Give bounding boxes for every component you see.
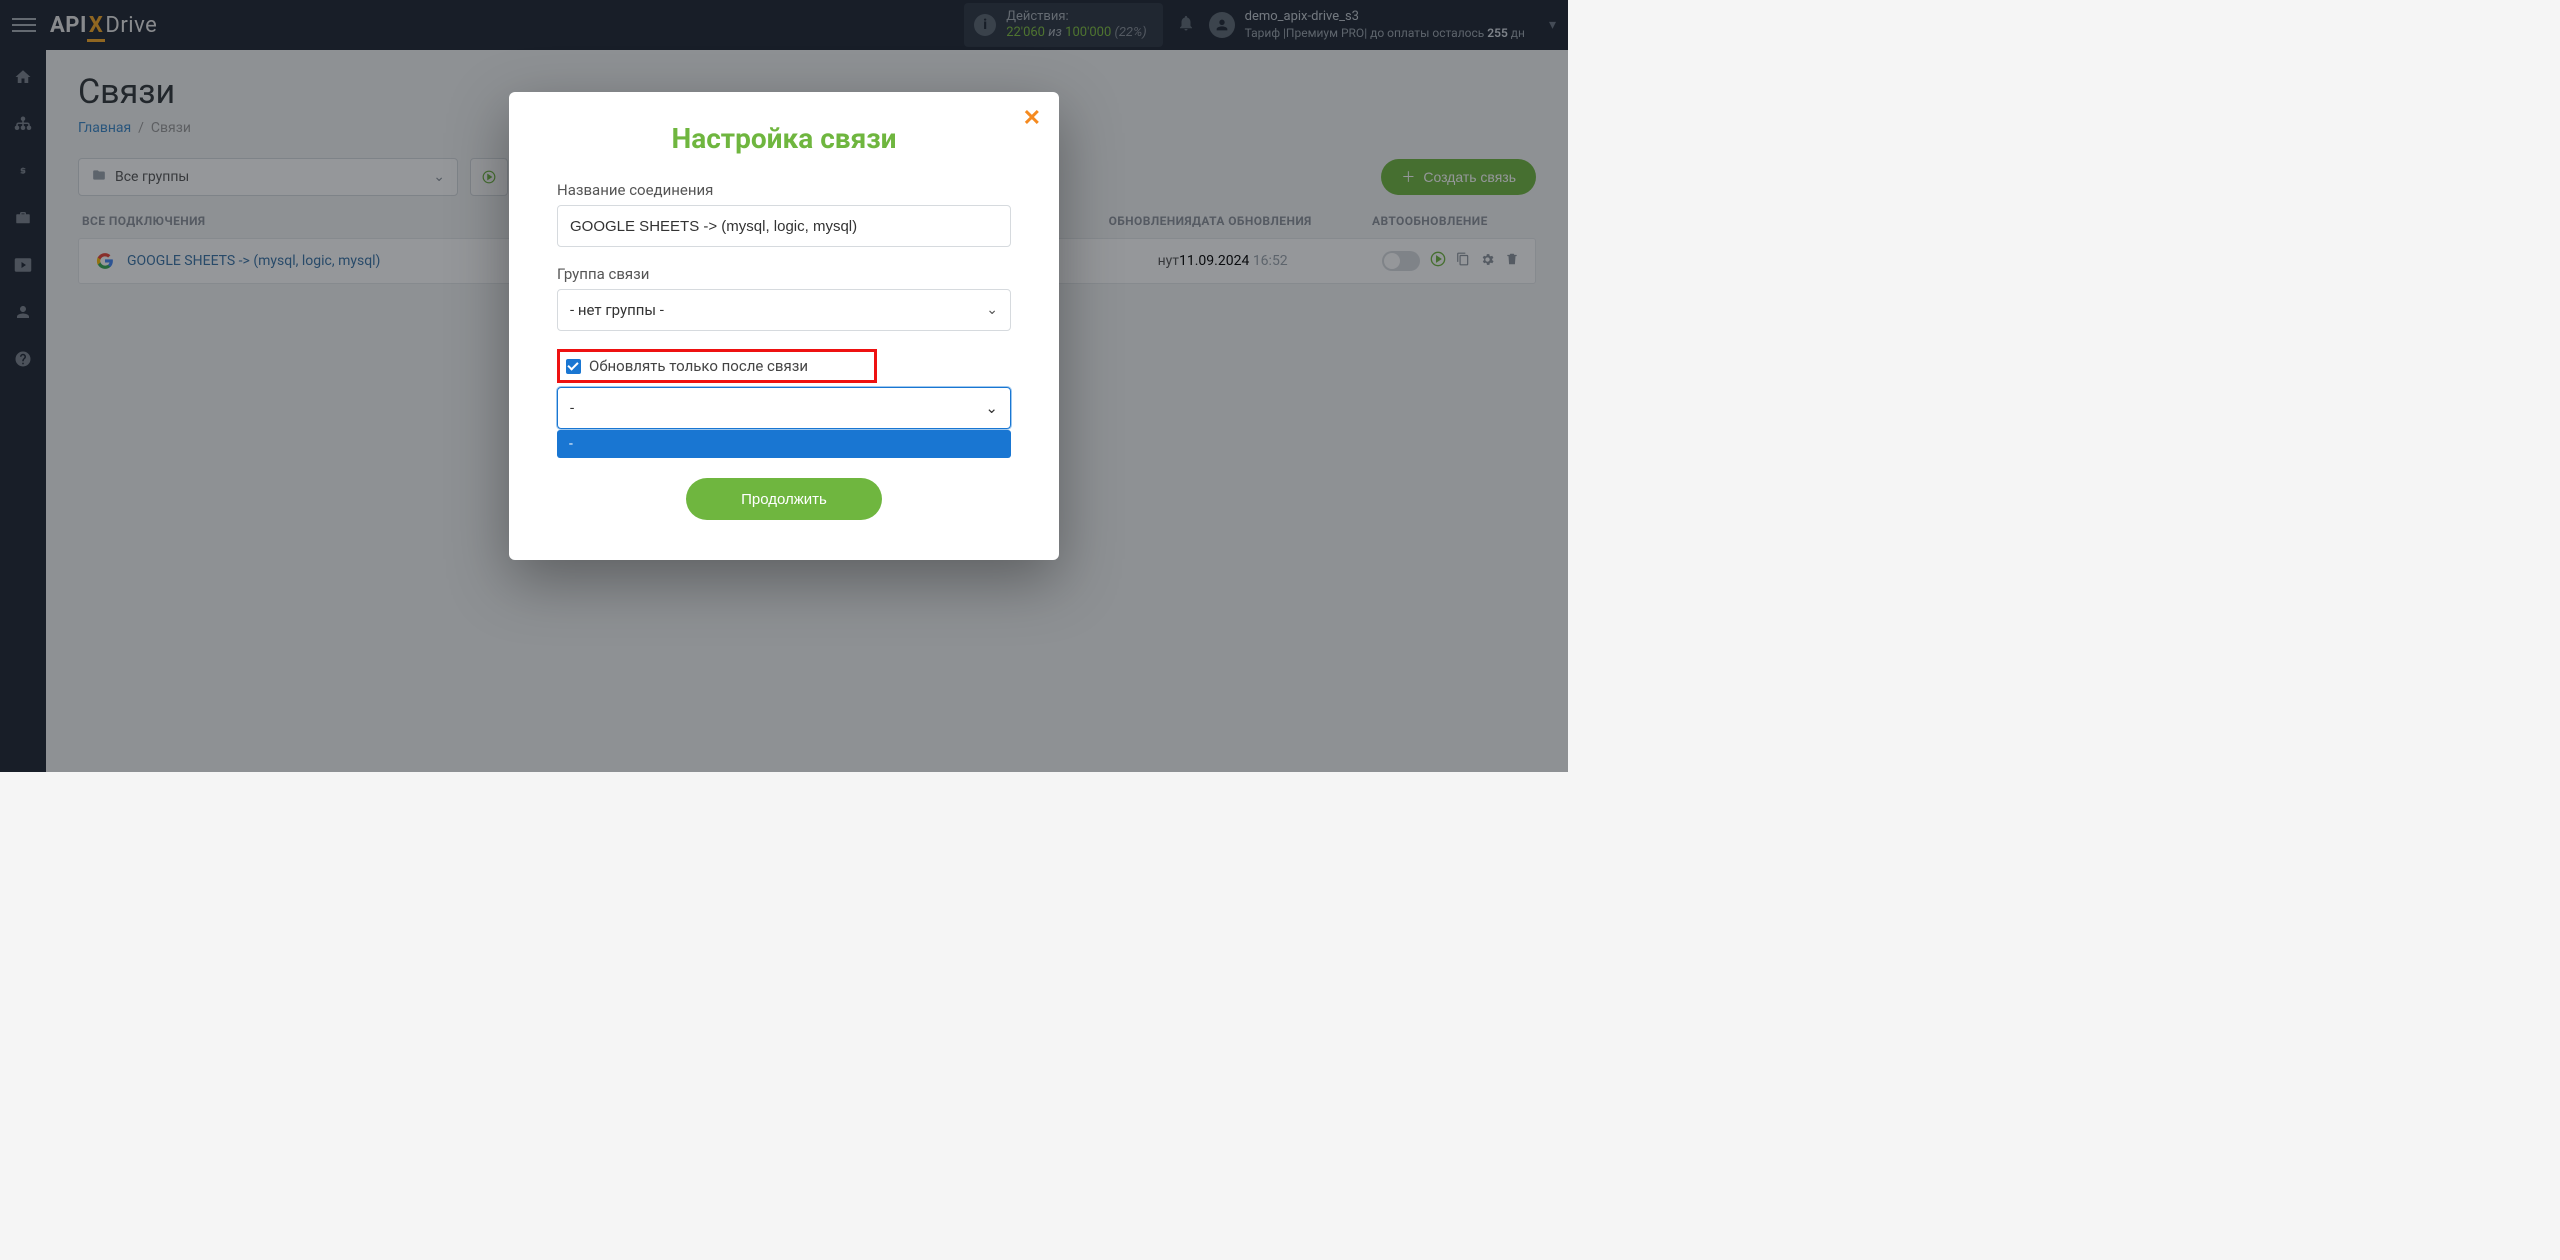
name-field-label: Название соединения [557,181,1011,199]
dropdown-option[interactable]: - [557,430,1011,458]
chevron-down-icon: ⌄ [985,399,998,417]
group-field-label: Группа связи [557,265,1011,283]
update-after-checkbox-row[interactable]: Обновлять только после связи [557,349,877,383]
checkbox-checked-icon [566,359,581,374]
close-icon[interactable]: ✕ [1023,106,1041,131]
connection-name-input[interactable] [557,205,1011,247]
chevron-down-icon: ⌄ [986,302,998,318]
checkbox-label: Обновлять только после связи [589,357,808,375]
dependent-select-value: - [570,399,574,417]
modal-title: Настройка связи [557,122,1011,155]
connection-settings-modal: ✕ Настройка связи Название соединения Гр… [509,92,1059,560]
continue-button[interactable]: Продолжить [686,478,882,520]
dependent-connection-select[interactable]: - ⌄ [557,387,1011,429]
connection-group-select[interactable]: - нет группы - ⌄ [557,289,1011,331]
group-select-value: - нет группы - [570,301,664,319]
